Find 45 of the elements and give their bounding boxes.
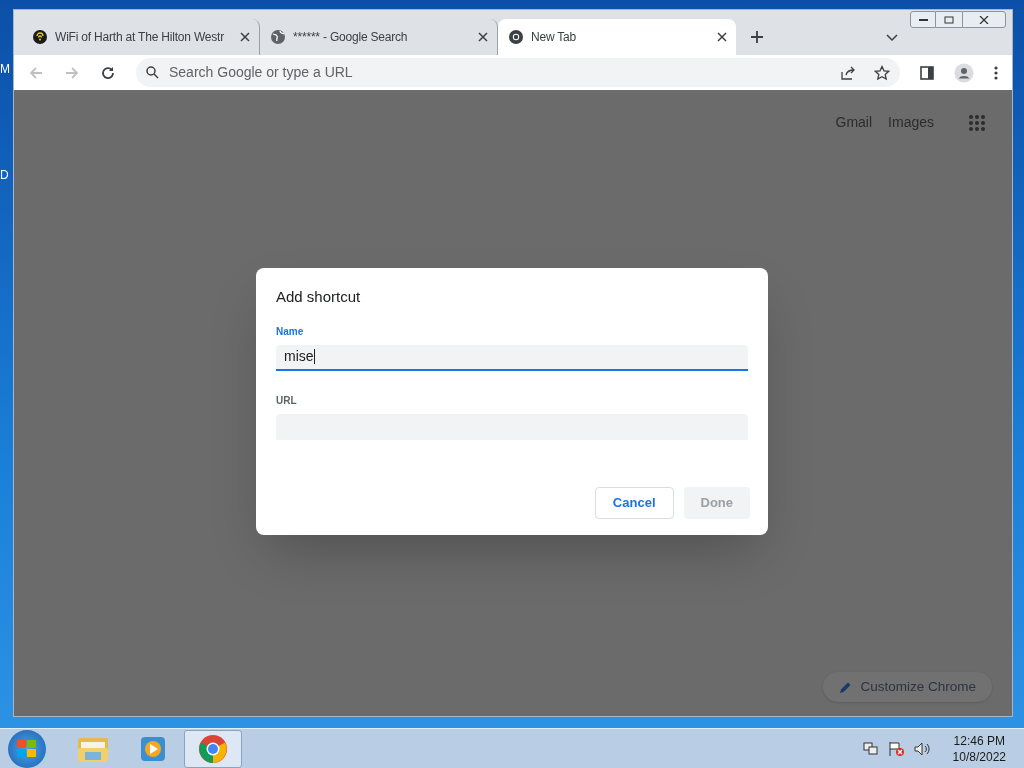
close-window-button[interactable]: [962, 11, 1006, 28]
input-field[interactable]: mise: [276, 344, 748, 371]
start-button[interactable]: [8, 729, 46, 768]
tab-title: New Tab: [531, 29, 578, 46]
flag-icon[interactable]: [886, 740, 905, 757]
speaker-icon[interactable]: [912, 740, 931, 757]
close-icon[interactable]: [478, 32, 488, 42]
share-icon[interactable]: [840, 64, 856, 81]
chrome-icon: [198, 733, 228, 764]
field-label: URL: [276, 393, 298, 408]
chrome-icon: [508, 29, 524, 45]
address-bar[interactable]: Search Google or type a URL: [136, 58, 900, 87]
clock[interactable]: 12:46 PM 10/8/2022: [952, 732, 1006, 765]
tab-title: ****** - Google Search: [293, 29, 409, 46]
close-icon[interactable]: [717, 32, 727, 42]
address-placeholder: Search Google or type a URL: [169, 63, 354, 82]
reload-icon[interactable]: [100, 64, 116, 81]
minimize-icon: [918, 18, 928, 21]
close-icon[interactable]: [240, 32, 250, 42]
menu-icon[interactable]: [994, 65, 998, 80]
tab-title: WiFi of Harth at The Hilton Westr: [55, 29, 225, 46]
browser-tab[interactable]: New Tab: [498, 19, 736, 55]
star-icon[interactable]: [874, 64, 890, 81]
profile-icon[interactable]: [954, 62, 974, 83]
apps-grid-icon[interactable]: [968, 113, 986, 132]
desktop-icon-label: M: [0, 61, 10, 78]
dialog-button[interactable]: Cancel: [594, 487, 674, 519]
minimize-button[interactable]: [910, 11, 936, 28]
field-label: Name: [276, 324, 305, 339]
dialog-title: Add shortcut: [276, 287, 362, 307]
desktop-icon-label: D: [0, 167, 10, 184]
clock-time: 12:46 PM: [953, 732, 1005, 749]
chevron-down-icon[interactable]: [886, 34, 898, 42]
text-cursor: [313, 349, 315, 364]
clock-date: 10/8/2022: [952, 748, 1006, 765]
close-icon: [979, 15, 989, 24]
globe-icon: [270, 29, 286, 45]
search-icon: [146, 66, 159, 79]
network-icon[interactable]: [862, 740, 879, 757]
side-panel-icon[interactable]: [920, 65, 934, 80]
windows-logo-icon: [17, 739, 37, 758]
restore-icon: [944, 15, 954, 24]
new-tab-icon[interactable]: [750, 30, 764, 44]
taskbar-app[interactable]: [184, 729, 242, 768]
pencil-icon: [839, 680, 853, 694]
